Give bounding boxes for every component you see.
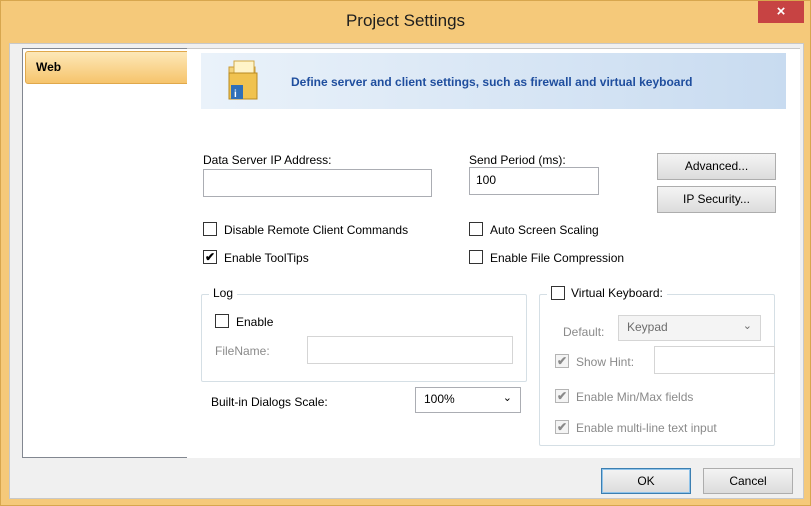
ok-button[interactable]: OK [601, 468, 691, 494]
min-max-label: Enable Min/Max fields [576, 390, 694, 404]
log-filename-input[interactable] [307, 336, 513, 364]
file-compression-label: Enable File Compression [490, 251, 625, 265]
project-settings-dialog: Project Settings × Web i Define server a… [0, 0, 811, 506]
send-period-input[interactable]: 100 [469, 167, 599, 195]
vk-default-label: Default: [563, 325, 605, 339]
dialogs-scale-label: Built-in Dialogs Scale: [211, 395, 328, 409]
svg-text:i: i [234, 89, 237, 100]
log-enable-checkbox[interactable] [215, 314, 229, 328]
data-server-ip-input[interactable] [203, 169, 432, 197]
sidebar-item-web[interactable]: Web [25, 51, 190, 84]
dialogs-scale-select[interactable]: 100% ⌄ [415, 387, 521, 413]
title-bar: Project Settings × [1, 1, 810, 43]
virtual-keyboard-label: Virtual Keyboard: [571, 286, 663, 300]
show-hint-label: Show Hint: [576, 355, 635, 369]
vk-default-value: Keypad [627, 320, 668, 334]
auto-scaling-checkbox[interactable] [469, 222, 483, 236]
multiline-label: Enable multi-line text input [576, 421, 717, 435]
banner-description: Define server and client settings, such … [291, 75, 693, 89]
log-filename-label: FileName: [215, 344, 270, 358]
enable-tooltips-checkbox[interactable]: ✔ [203, 250, 217, 264]
data-server-label: Data Server IP Address: [203, 153, 332, 167]
chevron-down-icon: ⌄ [502, 392, 512, 404]
settings-panel: i Define server and client settings, suc… [187, 48, 800, 458]
show-hint-checkbox[interactable]: ✔ [555, 354, 569, 368]
header-banner: i Define server and client settings, suc… [201, 53, 786, 109]
cancel-button[interactable]: Cancel [703, 468, 793, 494]
dialog-body: Web i Define server and client settings,… [9, 43, 804, 499]
virtual-keyboard-checkbox[interactable] [551, 286, 565, 300]
vk-default-select[interactable]: Keypad ⌄ [618, 315, 761, 341]
multiline-checkbox[interactable]: ✔ [555, 420, 569, 434]
advanced-button[interactable]: Advanced... [657, 153, 776, 180]
send-period-label: Send Period (ms): [469, 153, 566, 167]
dialogs-scale-value: 100% [424, 392, 455, 406]
chevron-down-icon: ⌄ [742, 320, 752, 332]
file-compression-checkbox[interactable] [469, 250, 483, 264]
auto-scaling-label: Auto Screen Scaling [490, 223, 599, 237]
info-folder-icon: i [228, 60, 258, 100]
disable-remote-checkbox[interactable] [203, 222, 217, 236]
log-enable-label: Enable [236, 315, 274, 329]
ip-security-button[interactable]: IP Security... [657, 186, 776, 213]
disable-remote-label: Disable Remote Client Commands [224, 223, 409, 237]
show-hint-input[interactable] [654, 346, 775, 374]
close-icon[interactable]: × [758, 1, 804, 23]
dialog-title: Project Settings [345, 11, 466, 30]
category-list[interactable]: Web [22, 48, 194, 458]
min-max-checkbox[interactable]: ✔ [555, 389, 569, 403]
enable-tooltips-label: Enable ToolTips [224, 251, 309, 265]
log-group-title: Log [209, 286, 238, 300]
virtual-keyboard-header: Virtual Keyboard: [547, 286, 667, 300]
